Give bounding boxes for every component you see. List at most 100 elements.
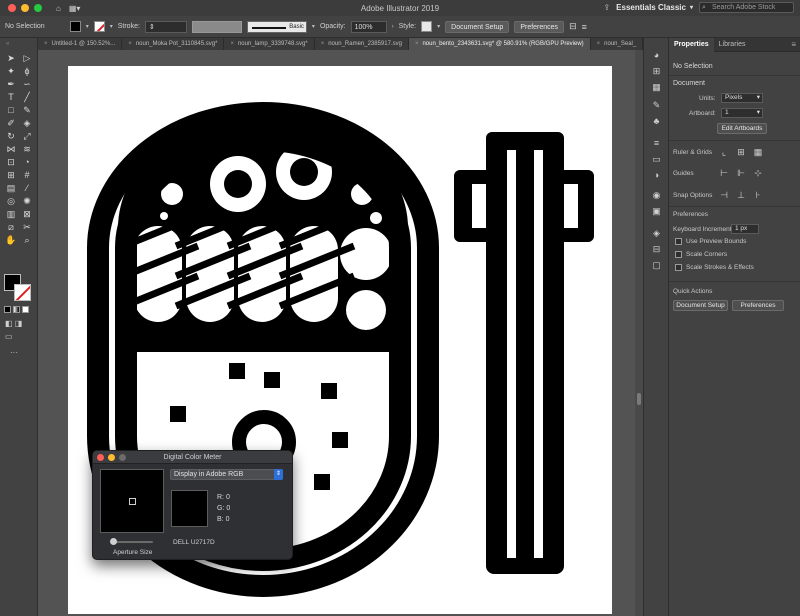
tab-libraries[interactable]: Libraries bbox=[714, 38, 751, 52]
close-window-button[interactable] bbox=[8, 4, 16, 12]
variable-width-profile[interactable] bbox=[191, 20, 242, 33]
blend-tool-icon[interactable]: ◎ bbox=[5, 195, 17, 207]
eraser-tool-icon[interactable]: ◈ bbox=[21, 117, 33, 129]
layers-icon[interactable]: ◈ bbox=[651, 228, 662, 239]
edit-artboards-button[interactable]: Edit Artboards bbox=[717, 123, 767, 134]
home-icon[interactable]: ⌂ bbox=[56, 4, 61, 13]
stroke-panel-icon[interactable]: ≡ bbox=[651, 138, 662, 149]
gradient-tool-icon[interactable]: ▤ bbox=[5, 182, 17, 194]
vertical-scrollbar[interactable] bbox=[635, 50, 643, 616]
selection-tool-icon[interactable]: ➤ bbox=[5, 52, 17, 64]
pen-tool-icon[interactable]: ✒ bbox=[5, 78, 17, 90]
close-tab-icon[interactable]: × bbox=[128, 41, 132, 47]
arrange-icon[interactable]: ⊟ bbox=[569, 21, 577, 32]
display-mode-select[interactable]: Display in Adobe RGB ⇕ bbox=[170, 469, 283, 480]
shape-builder-tool-icon[interactable]: ◔ bbox=[21, 156, 33, 168]
tab-bento[interactable]: × noun_bento_2343631.svg* @ 580.91% (RGB/… bbox=[408, 38, 591, 50]
graphic-style-swatch[interactable] bbox=[421, 21, 433, 32]
curvature-tool-icon[interactable]: ∽ bbox=[21, 78, 33, 90]
perspective-grid-tool-icon[interactable]: ⊞ bbox=[5, 169, 17, 181]
smart-guides-icon[interactable]: ⊹ bbox=[753, 168, 763, 178]
menu-icon[interactable]: ≡ bbox=[582, 22, 587, 32]
grid-icon[interactable]: ⊞ bbox=[736, 147, 746, 157]
scissors-tool-icon[interactable]: ✂ bbox=[21, 221, 33, 233]
pixel-grid-icon[interactable]: ▦ bbox=[753, 147, 763, 157]
show-guides-icon[interactable]: ⊢ bbox=[719, 168, 729, 178]
column-graph-tool-icon[interactable]: ▥ bbox=[5, 208, 17, 220]
direct-selection-tool-icon[interactable]: ▷ bbox=[21, 52, 33, 64]
use-preview-bounds-checkbox[interactable]: Use Preview Bounds bbox=[675, 238, 746, 245]
scrollbar-thumb[interactable] bbox=[637, 393, 641, 405]
artboard-select[interactable]: 1 ▾ bbox=[721, 108, 763, 118]
aperture-size-slider[interactable] bbox=[110, 538, 153, 545]
zoom-window-button[interactable] bbox=[34, 4, 42, 12]
keyboard-increment-input[interactable]: 1 px bbox=[731, 224, 759, 234]
panel-menu-icon[interactable]: ≡ bbox=[791, 40, 796, 49]
digital-color-meter-window[interactable]: Digital Color Meter Display in Adobe RGB… bbox=[92, 450, 293, 560]
tab-untitled-1[interactable]: × Untitled-1 @ 150.52%... bbox=[38, 38, 123, 50]
scale-strokes-effects-checkbox[interactable]: Scale Strokes & Effects bbox=[675, 264, 754, 271]
snap-to-grid-icon[interactable]: ⊥ bbox=[736, 190, 746, 200]
tab-ramen[interactable]: × noun_Ramen_2385917.svg bbox=[315, 38, 409, 50]
color-panel-icon[interactable]: ◕ bbox=[651, 50, 662, 61]
hand-tool-icon[interactable]: ✋ bbox=[5, 234, 17, 246]
artboards-panel-icon[interactable]: ⊟ bbox=[651, 244, 662, 255]
share-icon[interactable]: ⇪ bbox=[603, 3, 610, 12]
color-guide-icon[interactable]: ⊞ bbox=[651, 66, 662, 77]
color-mode-button[interactable] bbox=[4, 306, 11, 313]
graphic-styles-icon[interactable]: ▣ bbox=[651, 206, 662, 217]
warp-tool-icon[interactable]: ≋ bbox=[21, 143, 33, 155]
edit-toolbar-icon[interactable]: ··· bbox=[10, 348, 18, 357]
fill-stroke-control[interactable] bbox=[4, 274, 32, 302]
chevron-down-icon[interactable]: ▾ bbox=[312, 23, 315, 30]
color-meter-title-bar[interactable]: Digital Color Meter bbox=[93, 451, 292, 464]
checkbox-box[interactable] bbox=[675, 264, 682, 271]
appearance-icon[interactable]: ◉ bbox=[651, 190, 662, 201]
stroke-color-swatch[interactable] bbox=[93, 21, 105, 32]
width-tool-icon[interactable]: ⋈ bbox=[5, 143, 17, 155]
gradient-mode-button[interactable] bbox=[13, 306, 20, 313]
units-select[interactable]: Pixels ▾ bbox=[721, 93, 763, 103]
type-tool-icon[interactable]: T bbox=[5, 91, 17, 103]
brushes-icon[interactable]: ✎ bbox=[651, 100, 662, 111]
minimize-window-button[interactable] bbox=[21, 4, 29, 12]
snap-to-pixel-icon[interactable]: ⊦ bbox=[753, 190, 763, 200]
chevron-down-icon[interactable]: ▾ bbox=[437, 23, 440, 30]
rectangle-tool-icon[interactable]: □ bbox=[5, 104, 17, 116]
opacity-input[interactable]: 100% bbox=[350, 20, 387, 33]
scale-tool-icon[interactable]: ⤢ bbox=[21, 130, 33, 142]
slice-tool-icon[interactable]: ⧄ bbox=[5, 221, 17, 233]
artboard-tool-icon[interactable]: ⊠ bbox=[21, 208, 33, 220]
lock-guides-icon[interactable]: ⊩ bbox=[736, 168, 746, 178]
stroke-weight-input[interactable]: ⇕ bbox=[144, 20, 187, 33]
symbols-icon[interactable]: ♣ bbox=[651, 116, 662, 127]
snap-to-point-icon[interactable]: ⊣ bbox=[719, 190, 729, 200]
stroke-color-swatch[interactable] bbox=[14, 284, 31, 301]
eyedropper-tool-icon[interactable]: ⁄ bbox=[21, 182, 33, 194]
document-setup-button[interactable]: Document Setup bbox=[673, 300, 728, 311]
arrange-documents-icon[interactable]: ▦▾ bbox=[69, 4, 81, 13]
checkbox-box[interactable] bbox=[675, 238, 682, 245]
swatches-icon[interactable]: ▦ bbox=[651, 82, 662, 93]
tab-properties[interactable]: Properties bbox=[669, 37, 714, 52]
ruler-icon[interactable]: ⌞ bbox=[719, 147, 729, 157]
symbol-sprayer-tool-icon[interactable]: ✺ bbox=[21, 195, 33, 207]
free-transform-tool-icon[interactable]: ⊡ bbox=[5, 156, 17, 168]
workspace-switcher[interactable]: Essentials Classic ▾ bbox=[616, 3, 693, 12]
slider-knob[interactable] bbox=[110, 538, 117, 545]
shaper-tool-icon[interactable]: ✐ bbox=[5, 117, 17, 129]
tab-lamp[interactable]: × noun_lamp_3339748.svg* bbox=[224, 38, 315, 50]
chevron-right-icon[interactable]: › bbox=[392, 24, 394, 30]
none-mode-button[interactable] bbox=[22, 306, 29, 313]
close-tab-icon[interactable]: × bbox=[321, 41, 325, 47]
line-segment-tool-icon[interactable]: ╱ bbox=[21, 91, 33, 103]
transparency-icon[interactable]: ◑ bbox=[651, 170, 662, 181]
close-tab-icon[interactable]: × bbox=[230, 41, 234, 47]
close-tab-icon[interactable]: × bbox=[597, 41, 601, 47]
chevron-down-icon[interactable]: ▾ bbox=[86, 23, 89, 30]
chevron-down-icon[interactable]: ▾ bbox=[110, 23, 113, 30]
gradient-panel-icon[interactable]: ▭ bbox=[651, 154, 662, 165]
asset-export-icon[interactable]: ▢ bbox=[651, 260, 662, 271]
tab-seal[interactable]: × noun_Seal_ bbox=[591, 38, 643, 50]
preferences-button[interactable]: Preferences bbox=[732, 300, 784, 311]
